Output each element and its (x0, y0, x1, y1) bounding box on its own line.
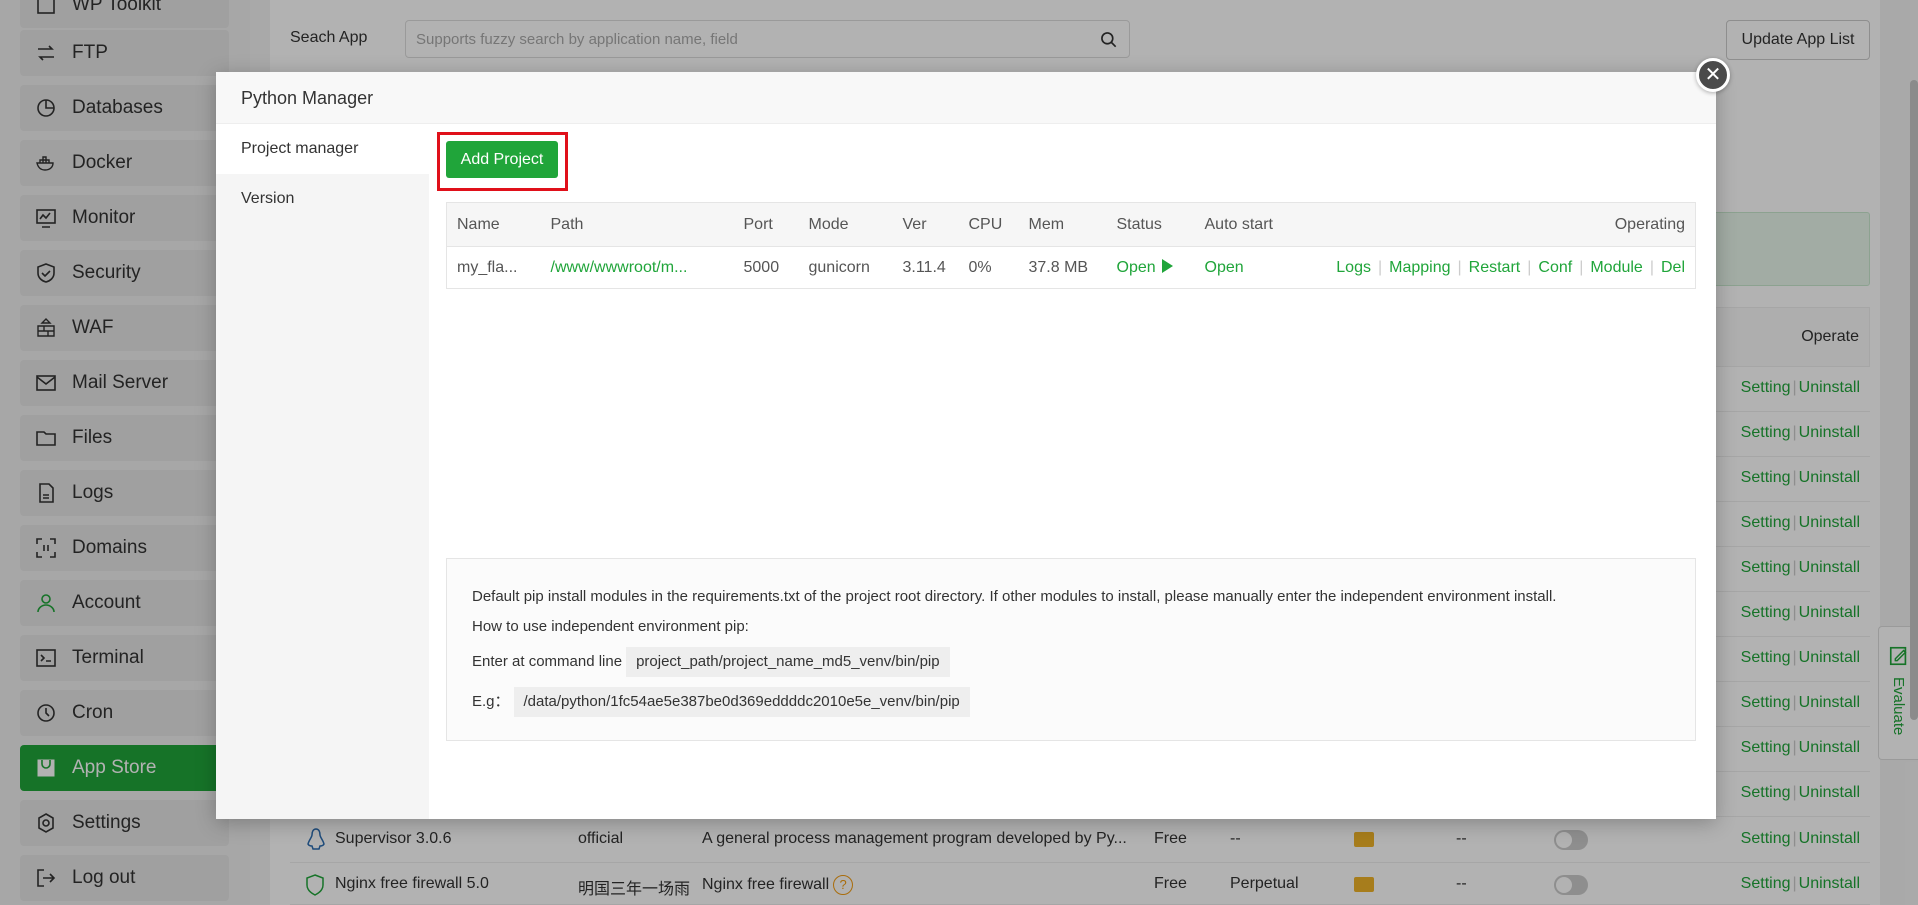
col-status: Status (1106, 202, 1195, 247)
dialog-nav: Project manager Version (216, 124, 429, 819)
project-mode: gunicorn (808, 258, 870, 276)
logs-link[interactable]: Logs (1336, 259, 1371, 276)
info-command-line: Enter at command line project_path/projec… (472, 647, 1670, 677)
table-header-row: Name Path Port Mode Ver CPU Mem Status A… (446, 202, 1696, 247)
mapping-link[interactable]: Mapping (1389, 259, 1450, 276)
col-mem: Mem (1018, 202, 1107, 247)
project-mem: 37.8 MB (1028, 258, 1089, 276)
project-auto-start[interactable]: Open (1195, 247, 1305, 289)
dialog-title: Python Manager (216, 72, 1716, 124)
tab-version[interactable]: Version (216, 174, 429, 224)
project-table: Name Path Port Mode Ver CPU Mem Status A… (446, 202, 1696, 289)
col-ver: Ver (892, 202, 959, 247)
conf-link[interactable]: Conf (1538, 259, 1572, 276)
info-example: E.g：/data/python/1fc54ae5e387be0d369eddd… (472, 687, 1670, 717)
pip-info-box: Default pip install modules in the requi… (446, 558, 1696, 741)
project-status[interactable]: Open (1107, 247, 1195, 289)
project-cpu: 0% (968, 258, 992, 276)
table-row: my_fla... /www/wwwroot/m... 5000 gunicor… (447, 247, 1696, 289)
col-mode: Mode (798, 202, 893, 247)
example-code: /data/python/1fc54ae5e387be0d369eddddc20… (513, 687, 970, 717)
command-code: project_path/project_name_md5_venv/bin/p… (626, 647, 950, 677)
del-link[interactable]: Del (1661, 259, 1685, 276)
close-icon[interactable]: ✕ (1696, 58, 1730, 92)
project-operations: Logs | Mapping | Restart | Conf | Module | Del (1336, 258, 1685, 276)
tab-project-manager[interactable]: Project manager (216, 124, 429, 174)
module-link[interactable]: Module (1590, 259, 1642, 276)
info-text: How to use independent environment pip: (472, 618, 749, 635)
project-path-link[interactable]: /www/wwwroot/m... (541, 247, 734, 289)
col-cpu: CPU (958, 202, 1019, 247)
col-name: Name (446, 202, 541, 247)
project-port: 5000 (743, 258, 780, 276)
info-text: Default pip install modules in the requi… (472, 588, 1557, 605)
dialog-body: Add Project Name Path Port Mode Ver CPU … (429, 124, 1716, 819)
col-operating: Operating (1304, 202, 1696, 247)
restart-link[interactable]: Restart (1469, 259, 1521, 276)
col-auto-start: Auto start (1194, 202, 1305, 247)
python-manager-dialog: Python Manager Project manager Version A… (216, 72, 1716, 819)
col-port: Port (733, 202, 799, 247)
play-icon (1161, 258, 1173, 273)
project-version: 3.11.4 (902, 258, 946, 276)
project-name: my_fla... (457, 258, 518, 276)
col-path: Path (540, 202, 734, 247)
add-project-button[interactable]: Add Project (446, 141, 558, 178)
